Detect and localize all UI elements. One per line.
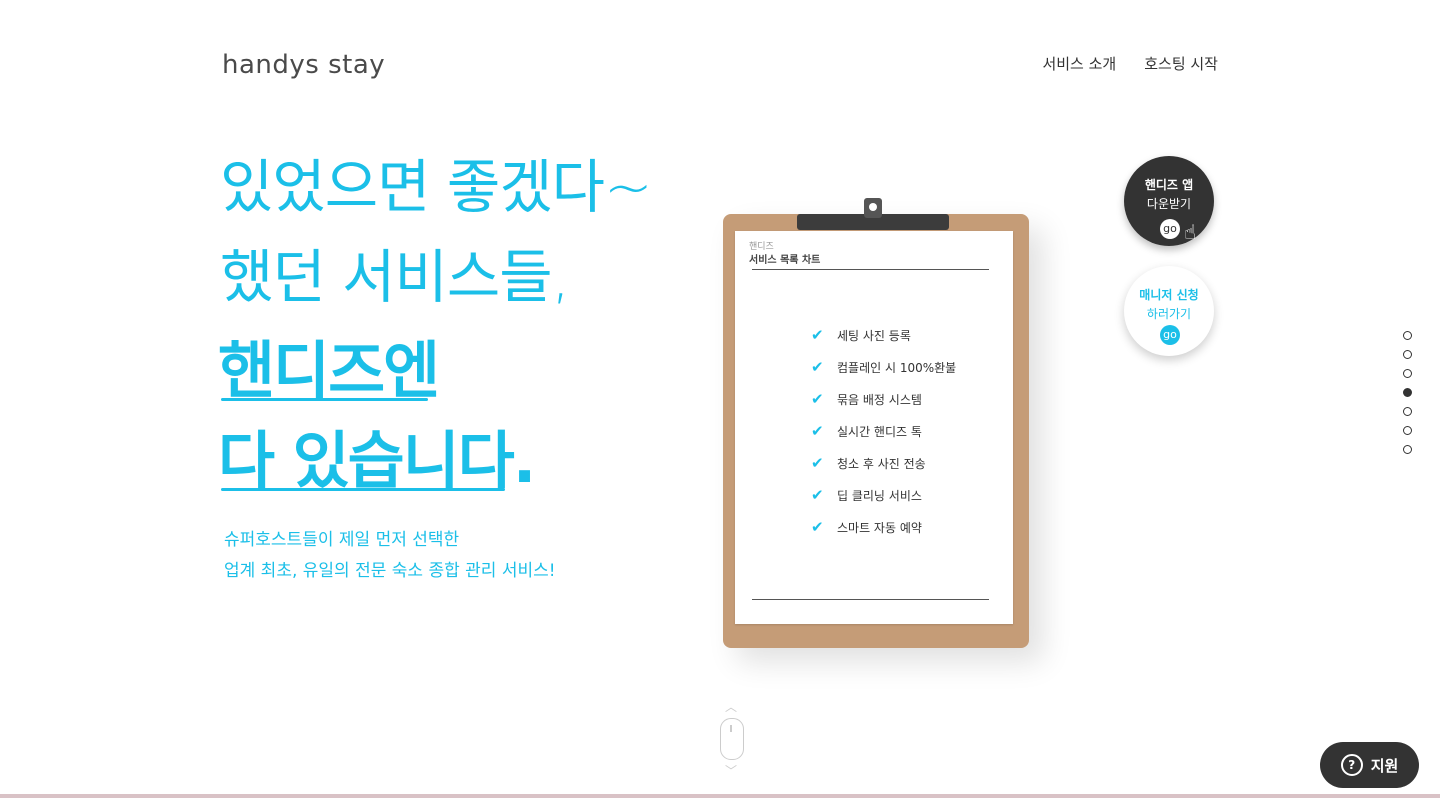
check-icon: ✔ [811,326,824,344]
hero-subtext-1: 슈퍼호스트들이 제일 먼저 선택한 [224,530,460,550]
hero-subtext-2: 업계 최초, 유일의 전문 숙소 종합 관리 서비스! [224,561,556,581]
checklist-label: 묶음 배정 시스템 [837,392,922,407]
app-download-sub: 다운받기 [1146,197,1192,211]
app-go-badge: go [1160,219,1180,239]
clipboard-paper: 핸디즈 서비스 목록 차트 ✔ 세팅 사진 등록 ✔ 컴플레인 시 100%환불 ✔… [735,231,1013,624]
chevron-up-icon: ︿ [724,700,737,714]
support-button[interactable]: ? 지원 [1320,742,1419,788]
list-item: ✔ 청소 후 사진 전송 [811,447,956,479]
page-frame [0,0,1440,798]
paper-divider-top [752,269,989,270]
pointer-hand-icon: ☝ [1184,220,1197,244]
hero-underline-1 [221,398,428,401]
paper-title: 서비스 목록 차트 [749,255,821,266]
section-dot-nav [1403,331,1412,464]
checklist-label: 컴플레인 시 100%환불 [837,360,957,375]
check-icon: ✔ [811,518,824,536]
mouse-wheel [730,725,732,732]
check-icon: ✔ [811,358,824,376]
hero-underline-2 [221,488,505,491]
scroll-hint: ︿ ﹀ [720,698,744,778]
hero-line-1: 있었으면 좋겠다~ [220,153,653,221]
hero-line-2: 했던 서비스들, [220,243,570,311]
list-item: ✔ 스마트 자동 예약 [811,511,956,543]
section-dot-7[interactable] [1403,445,1412,454]
section-dot-1[interactable] [1403,331,1412,340]
service-checklist: ✔ 세팅 사진 등록 ✔ 컴플레인 시 100%환불 ✔ 묶음 배정 시스템 ✔ 실시간… [811,319,956,543]
check-icon: ✔ [811,454,824,472]
manager-apply-sub: 하러가기 [1146,307,1192,321]
check-icon: ✔ [811,390,824,408]
list-item: ✔ 컴플레인 시 100%환불 [811,351,956,383]
hero-bold-2: 다 있습니다. [218,424,536,497]
app-download-button[interactable]: 핸디즈 앱 다운받기 go ☝ [1124,156,1214,246]
paper-divider-bottom [752,599,989,600]
app-download-title: 핸디즈 앱 [1144,178,1194,192]
manager-apply-title: 매니저 신청 [1139,288,1199,302]
section-dot-4[interactable] [1403,388,1412,397]
list-item: ✔ 딥 클리닝 서비스 [811,479,956,511]
question-icon: ? [1340,754,1363,776]
check-icon: ✔ [811,486,824,504]
chevron-down-icon: ﹀ [724,764,737,778]
clipboard-clip-hole [869,203,877,211]
nav-service-intro[interactable]: 서비스 소개 [1042,53,1116,74]
list-item: ✔ 묶음 배정 시스템 [811,383,956,415]
hero-bold-1: 핸디즈엔 [218,334,440,407]
support-label: 지원 [1370,756,1399,775]
checklist-label: 세팅 사진 등록 [837,328,911,343]
list-item: ✔ 세팅 사진 등록 [811,319,956,351]
list-item: ✔ 실시간 핸디즈 톡 [811,415,956,447]
check-icon: ✔ [811,422,824,440]
logo[interactable]: handys stay [222,50,385,80]
top-nav: 서비스 소개 호스팅 시작 [1042,53,1218,74]
checklist-label: 실시간 핸디즈 톡 [837,424,922,439]
section-dot-6[interactable] [1403,426,1412,435]
checklist-label: 스마트 자동 예약 [837,520,922,535]
checklist-label: 청소 후 사진 전송 [837,456,926,471]
section-dot-5[interactable] [1403,407,1412,416]
section-dot-2[interactable] [1403,350,1412,359]
manager-apply-button[interactable]: 매니저 신청 하러가기 go [1124,266,1214,356]
section-dot-3[interactable] [1403,369,1412,378]
checklist-label: 딥 클리닝 서비스 [837,488,922,503]
mouse-icon [720,718,744,760]
manager-go-badge: go [1160,325,1180,345]
nav-start-hosting[interactable]: 호스팅 시작 [1144,53,1218,74]
